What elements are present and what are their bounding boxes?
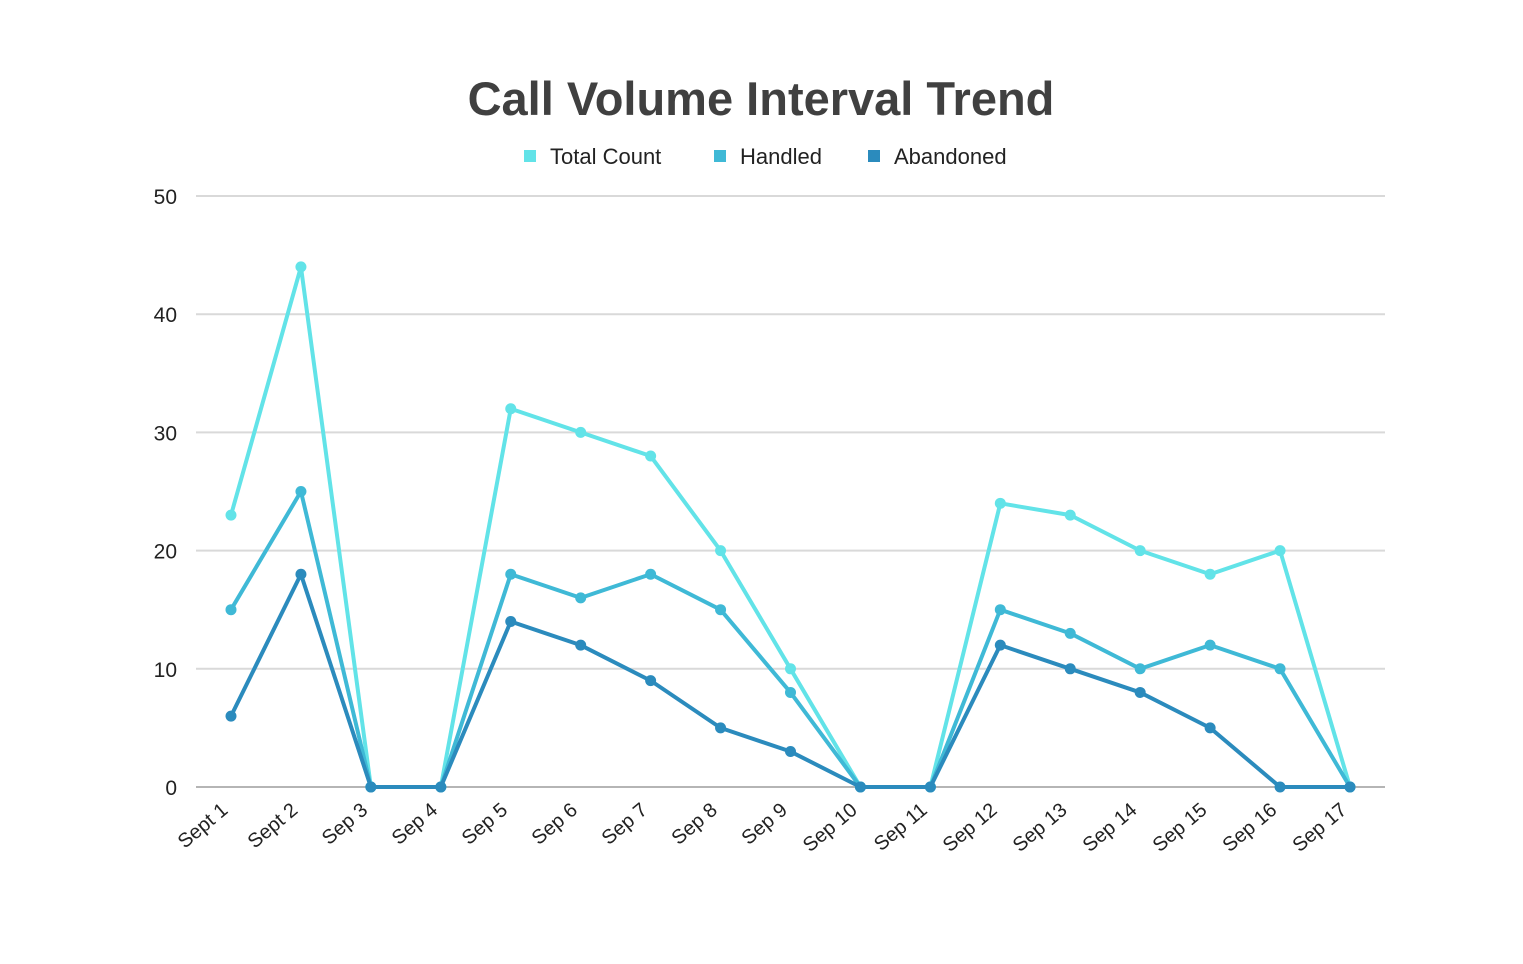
- y-tick-label: 50: [154, 186, 177, 209]
- legend-item[interactable]: Total Count: [524, 144, 661, 169]
- data-point[interactable]: [365, 781, 377, 793]
- legend-label: Abandoned: [894, 144, 1007, 169]
- x-tick-label: Sep 15: [1149, 799, 1212, 857]
- data-point[interactable]: [1134, 545, 1146, 557]
- data-point[interactable]: [505, 568, 517, 580]
- legend-swatch: [524, 150, 536, 162]
- gridlines: [196, 195, 1385, 788]
- data-point[interactable]: [645, 568, 657, 580]
- data-point[interactable]: [1274, 781, 1286, 793]
- x-tick-label: Sep 14: [1079, 799, 1142, 857]
- x-tick-label: Sep 3: [318, 799, 372, 849]
- legend-item[interactable]: Handled: [714, 144, 822, 169]
- x-tick-label: Sep 5: [458, 799, 512, 849]
- series-line: [229, 264, 1352, 789]
- y-tick-label: 40: [154, 304, 177, 327]
- data-point[interactable]: [1064, 509, 1076, 521]
- series-abandoned: [225, 568, 1356, 793]
- y-tick-label: 30: [154, 422, 177, 445]
- data-point[interactable]: [1134, 686, 1146, 698]
- data-point[interactable]: [505, 403, 517, 415]
- legend-label: Handled: [740, 144, 822, 169]
- x-tick-label: Sept 2: [244, 799, 302, 853]
- x-tick-label: Sep 16: [1219, 799, 1282, 857]
- legend-label: Total Count: [550, 144, 661, 169]
- data-point[interactable]: [785, 663, 796, 675]
- data-point[interactable]: [575, 426, 587, 438]
- x-tick-label: Sep 4: [388, 799, 442, 849]
- data-point[interactable]: [854, 781, 866, 793]
- legend-swatch: [714, 150, 726, 162]
- legend-swatch: [868, 150, 880, 162]
- series-group: [225, 261, 1356, 793]
- data-point[interactable]: [994, 497, 1006, 509]
- data-point[interactable]: [1064, 627, 1076, 639]
- data-point[interactable]: [1064, 663, 1076, 675]
- data-point[interactable]: [994, 604, 1006, 616]
- legend-item[interactable]: Abandoned: [868, 144, 1007, 169]
- y-tick-label: 0: [165, 777, 177, 800]
- chart-title: Call Volume Interval Trend: [468, 72, 1055, 125]
- data-point[interactable]: [225, 604, 237, 616]
- data-point[interactable]: [295, 486, 307, 497]
- data-point[interactable]: [994, 639, 1006, 651]
- data-point[interactable]: [435, 781, 447, 793]
- data-point[interactable]: [1274, 545, 1286, 557]
- data-point[interactable]: [1274, 663, 1286, 675]
- data-point[interactable]: [645, 675, 657, 687]
- line-chart: Call Volume Interval Trend Total Count Ha…: [154, 72, 1385, 857]
- x-tick-label: Sep 7: [598, 799, 652, 849]
- x-tick-label: Sep 17: [1289, 799, 1352, 857]
- data-point[interactable]: [1204, 568, 1216, 580]
- x-tick-label: Sep 8: [668, 799, 722, 849]
- series-total-count: [225, 261, 1356, 793]
- data-point[interactable]: [295, 568, 307, 580]
- data-point[interactable]: [785, 746, 796, 758]
- data-point[interactable]: [505, 616, 517, 628]
- data-point[interactable]: [785, 686, 796, 698]
- y-tick-label: 20: [154, 541, 177, 564]
- y-tick-label: 10: [154, 659, 177, 682]
- data-point[interactable]: [715, 722, 727, 734]
- data-point[interactable]: [645, 450, 657, 462]
- data-point[interactable]: [715, 545, 727, 557]
- data-point[interactable]: [295, 261, 307, 273]
- data-point[interactable]: [225, 710, 237, 722]
- x-tick-label: Sep 10: [799, 799, 862, 857]
- legend: Total Count Handled Abandoned: [524, 144, 1007, 169]
- x-tick-label: Sep 11: [870, 799, 932, 856]
- data-point[interactable]: [715, 604, 727, 616]
- x-tick-label: Sep 12: [939, 799, 1002, 857]
- x-axis-ticks: Sept 1 Sept 2 Sep 3 Sep 4 Sep 5 Sep 6 Sep 7 Sep…: [174, 799, 1351, 857]
- x-tick-label: Sep 6: [528, 799, 582, 849]
- x-tick-label: Sep 9: [738, 799, 792, 849]
- x-tick-label: Sep 13: [1009, 799, 1072, 857]
- data-point[interactable]: [1204, 722, 1216, 734]
- data-point[interactable]: [575, 639, 587, 651]
- series-line: [229, 489, 1352, 789]
- y-axis-ticks: 0 10 20 30 40 50: [154, 186, 177, 800]
- data-point[interactable]: [1204, 639, 1216, 651]
- data-point[interactable]: [225, 509, 237, 521]
- data-point[interactable]: [924, 781, 936, 793]
- data-point[interactable]: [1134, 663, 1146, 675]
- x-tick-label: Sept 1: [174, 799, 232, 853]
- data-point[interactable]: [1344, 781, 1356, 793]
- data-point[interactable]: [575, 592, 587, 604]
